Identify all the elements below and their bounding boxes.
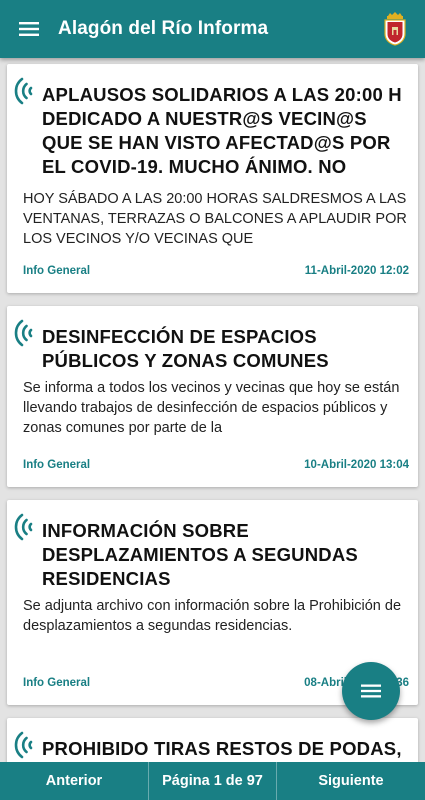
news-title: DESINFECCIÓN DE ESPACIOS PÚBLICOS Y ZONA… bbox=[42, 326, 329, 371]
news-title: PROHIBIDO TIRAS RESTOS DE PODAS, bbox=[42, 738, 402, 759]
hamburger-menu-button[interactable] bbox=[0, 0, 58, 58]
news-title: INFORMACIÓN SOBRE DESPLAZAMIENTOS A SEGU… bbox=[42, 520, 358, 589]
news-card[interactable]: APLAUSOS SOLIDARIOS A LAS 20:00 H DEDICA… bbox=[7, 64, 418, 293]
broadcast-signal-icon bbox=[14, 77, 33, 105]
previous-page-button[interactable]: Anterior bbox=[0, 773, 148, 789]
news-date: 10-Abril-2020 13:04 bbox=[304, 459, 409, 471]
news-excerpt: HOY SÁBADO A LAS 20:00 HORAS SALDRESMOS … bbox=[23, 191, 407, 247]
pagination-bar: Anterior Página 1 de 97 Siguiente bbox=[0, 762, 425, 800]
broadcast-signal-icon bbox=[14, 731, 33, 759]
news-card[interactable]: PROHIBIDO TIRAS RESTOS DE PODAS, bbox=[7, 718, 418, 762]
broadcast-signal-icon bbox=[14, 319, 33, 347]
news-card[interactable]: DESINFECCIÓN DE ESPACIOS PÚBLICOS Y ZONA… bbox=[7, 306, 418, 487]
floating-menu-button[interactable] bbox=[342, 662, 400, 720]
news-category: Info General bbox=[23, 459, 91, 471]
news-category: Info General bbox=[23, 265, 91, 277]
broadcast-signal-icon bbox=[14, 513, 33, 541]
news-title: APLAUSOS SOLIDARIOS A LAS 20:00 H DEDICA… bbox=[42, 84, 402, 177]
app-bar: Alagón del Río Informa bbox=[0, 0, 425, 58]
page-indicator: Página 1 de 97 bbox=[162, 773, 263, 789]
app-title: Alagón del Río Informa bbox=[58, 18, 269, 39]
hamburger-menu-icon bbox=[19, 22, 39, 36]
news-feed[interactable]: APLAUSOS SOLIDARIOS A LAS 20:00 H DEDICA… bbox=[0, 58, 425, 762]
municipal-crest-logo bbox=[375, 0, 415, 58]
news-excerpt: Se adjunta archivo con información sobre… bbox=[23, 598, 402, 634]
news-excerpt: Se informa a todos los vecinos y vecinas… bbox=[23, 380, 400, 436]
list-menu-icon bbox=[361, 684, 381, 698]
next-page-button[interactable]: Siguiente bbox=[277, 773, 425, 789]
news-category: Info General bbox=[23, 677, 91, 689]
news-date: 11-Abril-2020 12:02 bbox=[304, 265, 409, 277]
